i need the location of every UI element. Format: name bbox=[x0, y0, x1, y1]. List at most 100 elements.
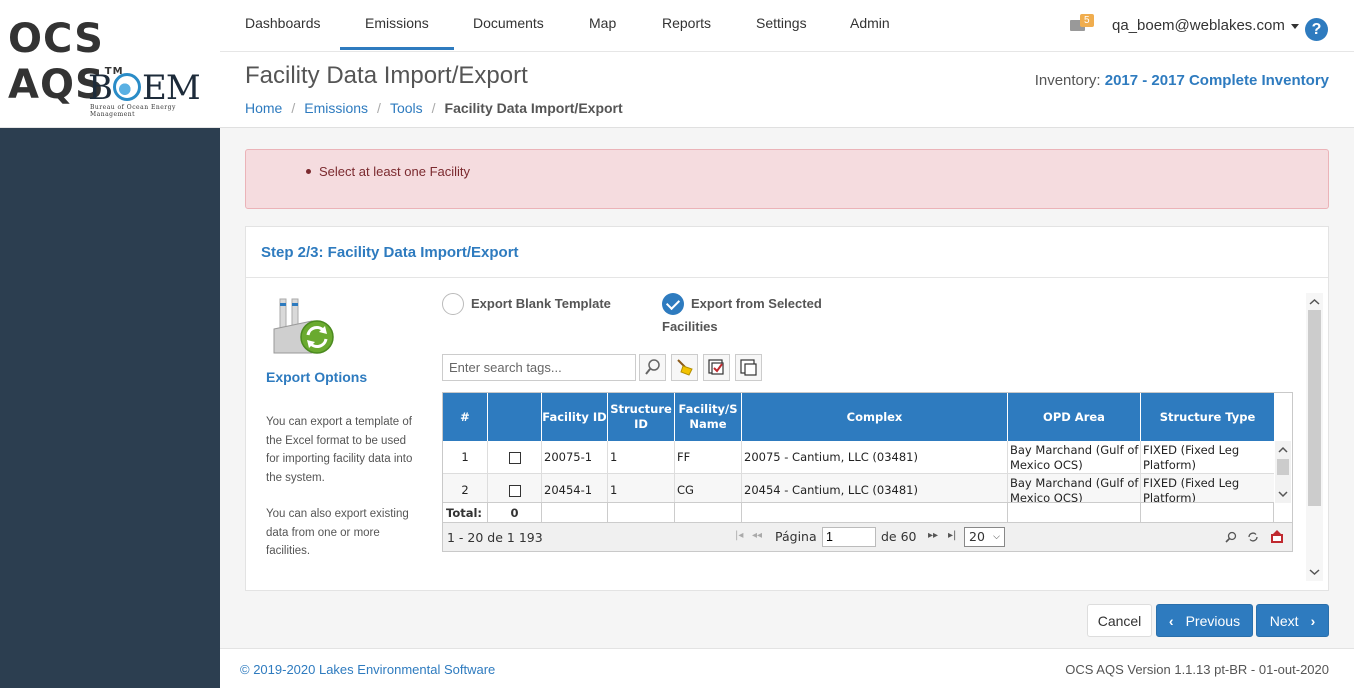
nav-emissions[interactable]: Emissions bbox=[340, 0, 454, 50]
complex-cell: 20454 - Cantium, LLC (03481) bbox=[742, 474, 1008, 503]
radio-blank-template-label[interactable]: Export Blank Template bbox=[471, 292, 611, 315]
radio-selected-facilities-label[interactable]: Export from Selected Facilities bbox=[662, 292, 842, 338]
col-structure-type[interactable]: Structure Type bbox=[1141, 393, 1274, 441]
grid-search-icon[interactable] bbox=[1224, 530, 1238, 544]
sidebar bbox=[0, 128, 220, 688]
scroll-up-icon[interactable] bbox=[1275, 443, 1291, 457]
prev-page-icon[interactable]: ◂◂ bbox=[752, 530, 762, 541]
export-description-2: You can also export existing data from o… bbox=[266, 508, 409, 557]
total-label: Total: bbox=[443, 503, 488, 523]
page-of-label: de 60 bbox=[881, 529, 917, 544]
next-button[interactable]: Next › bbox=[1256, 604, 1329, 637]
facility-name-cell: FF bbox=[675, 441, 742, 474]
panel-scrollbar[interactable] bbox=[1306, 293, 1323, 581]
top-navigation: Dashboards Emissions Documents Map Repor… bbox=[220, 0, 1354, 52]
scroll-up-icon[interactable] bbox=[1306, 295, 1323, 309]
structure-type-cell: FIXED (Fixed Leg Platform) bbox=[1143, 475, 1240, 504]
grid-pager: 1 - 20 de 1 193 |◂ ◂◂ Página de 60 ▸▸ ▸|… bbox=[443, 522, 1292, 551]
wizard-panel: Step 2/3: Facility Data Import/Export Ex… bbox=[245, 226, 1329, 591]
page-label: Página bbox=[775, 529, 817, 544]
error-alert: Select at least one Facility bbox=[245, 149, 1329, 209]
facility-id-cell: 20075-1 bbox=[542, 441, 608, 474]
col-complex[interactable]: Complex bbox=[742, 393, 1008, 441]
deselect-all-button[interactable] bbox=[735, 354, 762, 381]
panel-title: Step 2/3: Facility Data Import/Export bbox=[261, 244, 519, 261]
search-button[interactable] bbox=[639, 354, 666, 381]
nav-map[interactable]: Map bbox=[564, 0, 641, 50]
nav-settings[interactable]: Settings bbox=[731, 0, 832, 50]
row-number: 2 bbox=[443, 474, 488, 503]
last-page-icon[interactable]: ▸| bbox=[948, 530, 956, 541]
grid-scrollbar[interactable] bbox=[1275, 441, 1291, 503]
scroll-down-icon[interactable] bbox=[1306, 565, 1323, 579]
factory-export-icon bbox=[273, 298, 334, 354]
inventory-link[interactable]: 2017 - 2017 Complete Inventory bbox=[1105, 72, 1329, 89]
opd-area-cell: Bay Marchand (Gulf of Mexico OCS) bbox=[1008, 441, 1141, 474]
copyright-link[interactable]: © 2019-2020 Lakes Environmental Software bbox=[240, 662, 495, 677]
check-all-icon bbox=[708, 359, 724, 375]
table-row[interactable]: 2 20454-1 1 CG 20454 - Cantium, LLC (034… bbox=[443, 474, 1274, 503]
page-size-select[interactable]: 20 ⌵ bbox=[964, 527, 1005, 547]
nav-documents[interactable]: Documents bbox=[448, 0, 569, 50]
row-checkbox[interactable] bbox=[508, 451, 521, 464]
search-icon bbox=[645, 359, 660, 375]
row-checkbox-cell[interactable] bbox=[488, 441, 542, 474]
breadcrumb: Home / Emissions / Tools / Facility Data Impor… bbox=[245, 100, 623, 116]
next-page-icon[interactable]: ▸▸ bbox=[928, 530, 938, 541]
next-label: Next bbox=[1269, 612, 1299, 629]
version-text: OCS AQS Version 1.1.13 pt-BR - 01-out-20… bbox=[1065, 662, 1329, 677]
row-checkbox-cell[interactable] bbox=[488, 474, 542, 503]
cancel-button[interactable]: Cancel bbox=[1087, 604, 1152, 637]
refresh-icon[interactable] bbox=[1246, 530, 1260, 544]
breadcrumb-emissions[interactable]: Emissions bbox=[304, 100, 368, 116]
user-menu[interactable]: qa_boem@weblakes.com bbox=[1112, 17, 1299, 34]
breadcrumb-tools[interactable]: Tools bbox=[390, 100, 423, 116]
page-number-input[interactable] bbox=[822, 527, 876, 547]
page-size-value: 20 bbox=[969, 529, 985, 544]
breadcrumb-home[interactable]: Home bbox=[245, 100, 282, 116]
previous-button[interactable]: ‹ Previous bbox=[1156, 604, 1253, 637]
export-excel-icon[interactable] bbox=[1269, 529, 1285, 545]
breadcrumb-current: Facility Data Import/Export bbox=[444, 100, 623, 116]
alert-message: Select at least one Facility bbox=[306, 164, 470, 179]
select-all-button[interactable] bbox=[703, 354, 730, 381]
table-row[interactable]: 1 20075-1 1 FF 20075 - Cantium, LLC (034… bbox=[443, 441, 1274, 474]
page-title: Facility Data Import/Export bbox=[245, 62, 528, 89]
col-opd-area[interactable]: OPD Area bbox=[1008, 393, 1141, 441]
col-number[interactable]: # bbox=[443, 393, 488, 441]
facility-id-cell: 20454-1 bbox=[542, 474, 608, 503]
facility-grid: # Facility ID Structure ID Facility/S Na… bbox=[442, 392, 1293, 552]
inventory-label: Inventory: bbox=[1034, 72, 1101, 89]
col-structure-id[interactable]: Structure ID bbox=[608, 393, 675, 441]
mail-count-badge: 5 bbox=[1080, 14, 1094, 27]
complex-cell: 20075 - Cantium, LLC (03481) bbox=[742, 441, 1008, 474]
nav-reports[interactable]: Reports bbox=[637, 0, 736, 50]
logo-area[interactable]: OCS AQSTM B EM Bureau of Ocean Energy Man… bbox=[0, 0, 220, 128]
uncheck-all-icon bbox=[740, 359, 757, 376]
structure-id-cell: 1 bbox=[608, 441, 675, 474]
row-checkbox[interactable] bbox=[508, 484, 521, 497]
page-footer: © 2019-2020 Lakes Environmental Software… bbox=[220, 648, 1354, 688]
scroll-down-icon[interactable] bbox=[1275, 487, 1291, 501]
nav-dashboards[interactable]: Dashboards bbox=[220, 0, 346, 50]
grid-footer: Total: 0 bbox=[443, 502, 1274, 523]
structure-id-cell: 1 bbox=[608, 474, 675, 503]
caret-down-icon bbox=[1290, 23, 1299, 29]
clear-search-button[interactable] bbox=[671, 354, 698, 381]
col-facility-id[interactable]: Facility ID bbox=[542, 393, 608, 441]
row-number: 1 bbox=[443, 441, 488, 474]
help-icon[interactable]: ? bbox=[1305, 18, 1328, 41]
search-tags-input[interactable] bbox=[442, 354, 636, 381]
pager-range: 1 - 20 de 1 193 bbox=[447, 530, 543, 545]
col-select[interactable] bbox=[488, 393, 542, 441]
chevron-left-icon: ‹ bbox=[1168, 612, 1174, 629]
user-email: qa_boem@weblakes.com bbox=[1112, 17, 1285, 34]
boem-logo: B EM bbox=[88, 68, 201, 108]
structure-type-cell: FIXED (Fixed Leg Platform) bbox=[1143, 442, 1240, 472]
nav-admin[interactable]: Admin bbox=[825, 0, 915, 50]
first-page-icon[interactable]: |◂ bbox=[735, 530, 743, 541]
broom-icon bbox=[677, 359, 693, 376]
col-facility-name[interactable]: Facility/S Name bbox=[675, 393, 742, 441]
export-options-label: Export Options bbox=[266, 369, 368, 385]
radio-blank-template[interactable] bbox=[442, 293, 464, 315]
